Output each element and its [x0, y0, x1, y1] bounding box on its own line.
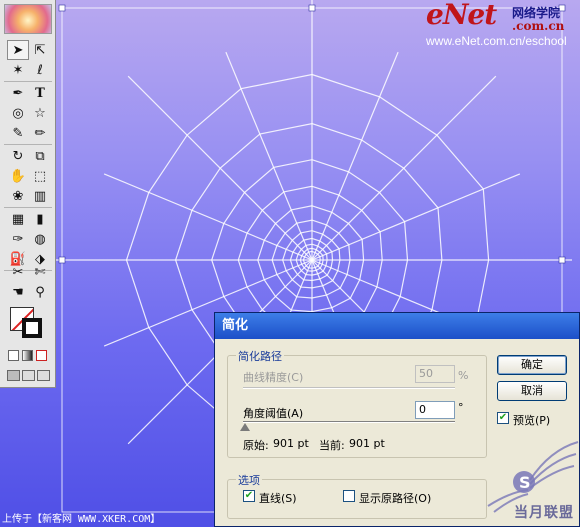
eyedropper-tool-icon[interactable]: ✑	[7, 229, 29, 249]
screen-mode-full-icon[interactable]	[37, 370, 50, 381]
gradient-tool-icon[interactable]: ▮	[29, 209, 51, 229]
app-logo-icon	[4, 4, 52, 34]
curve-precision-input[interactable]: 50	[415, 365, 455, 383]
show-original-checkbox[interactable]	[343, 490, 355, 502]
type-tool-icon[interactable]: T	[29, 83, 51, 103]
pencil-tool-icon[interactable]: ✏	[29, 123, 51, 143]
pen-tool-icon[interactable]: ✒	[7, 83, 29, 103]
show-original-label: 显示原路径(O)	[359, 492, 432, 505]
upload-credit: 上传于【新客网 WWW.XKER.COM】	[2, 514, 161, 525]
original-label: 原始:	[243, 439, 269, 452]
watermark-logo: S 当月联盟	[480, 440, 580, 527]
cancel-button[interactable]: 取消	[497, 381, 567, 401]
enet-url: www.eNet.com.cn/eschool	[426, 34, 567, 48]
selection-handle[interactable]	[558, 256, 566, 264]
lasso-tool-icon[interactable]: ℓ	[29, 60, 51, 80]
magic-wand-tool-icon[interactable]: ✶	[7, 60, 29, 80]
web-spoke	[311, 173, 521, 261]
dialog-title[interactable]: 简化	[215, 313, 579, 339]
preview-checkbox[interactable]: ✔	[497, 412, 509, 424]
free-transform-tool-icon[interactable]: ⬚	[29, 166, 51, 186]
symbol-sprayer-tool-icon[interactable]: ❀	[7, 186, 29, 206]
screen-mode-standard-icon[interactable]	[7, 370, 20, 381]
preview-label: 预览(P)	[513, 414, 551, 427]
warp-tool-icon[interactable]: ✋	[7, 166, 29, 186]
selection-handle[interactable]	[58, 4, 66, 12]
enet-brand: eNet	[426, 0, 497, 31]
angle-threshold-unit: °	[458, 401, 464, 414]
angle-threshold-input[interactable]: 0	[415, 401, 455, 419]
selection-handle[interactable]	[308, 4, 316, 12]
direct-selection-tool-icon[interactable]: ⇱	[29, 40, 51, 60]
rotate-tool-icon[interactable]: ↻	[7, 146, 29, 166]
angle-threshold-label: 角度阈值(A)	[243, 407, 304, 420]
options-legend: 选项	[236, 472, 262, 488]
curve-precision-unit: %	[458, 369, 469, 382]
enet-domain-suffix: .com.cn	[512, 19, 565, 33]
angle-threshold-slider-thumb[interactable]	[240, 423, 250, 431]
none-mode-icon[interactable]	[36, 350, 47, 361]
toolbox-panel: ➤ ⇱ ✶ ℓ ✒ T ◎ ☆ ✎ ✏ ↻ ⧉ ✋ ⬚ ❀ ▥ ▦ ▮ ✑ ◍ …	[0, 0, 56, 388]
current-value: 901 pt	[349, 437, 385, 450]
current-label: 当前:	[319, 439, 345, 452]
simplify-path-legend: 简化路径	[236, 348, 284, 364]
color-mode-icon[interactable]	[8, 350, 19, 361]
blend-tool-icon[interactable]: ◍	[29, 229, 51, 249]
straight-lines-label: 直线(S)	[259, 492, 297, 505]
scissors-tool-icon[interactable]: ✄	[29, 262, 51, 282]
selection-handle[interactable]	[58, 256, 66, 264]
brush-tool-icon[interactable]: ✎	[7, 123, 29, 143]
slice-tool-icon[interactable]: ✂	[7, 262, 29, 282]
stroke-swatch[interactable]	[22, 318, 42, 338]
scale-tool-icon[interactable]: ⧉	[29, 146, 51, 166]
enet-logo: eNet 网络学院 .com.cn www.eNet.com.cn/eschoo…	[426, 0, 580, 48]
zoom-tool-icon[interactable]: ⚲	[29, 282, 51, 302]
line-segment-tool-icon[interactable]: ◎	[7, 103, 29, 123]
gradient-mode-icon[interactable]	[22, 350, 33, 361]
ok-button[interactable]: 确定	[497, 355, 567, 375]
original-value: 901 pt	[273, 437, 309, 450]
watermark-text: 当月联盟	[514, 505, 574, 521]
curve-precision-label: 曲线精度(C)	[243, 371, 304, 384]
column-graph-tool-icon[interactable]: ▥	[29, 186, 51, 206]
selection-tool-icon[interactable]: ➤	[7, 40, 29, 60]
star-tool-icon[interactable]: ☆	[29, 103, 51, 123]
curve-precision-slider[interactable]	[243, 387, 455, 389]
straight-lines-checkbox[interactable]: ✔	[243, 490, 255, 502]
angle-threshold-slider[interactable]	[243, 421, 455, 423]
mesh-tool-icon[interactable]: ▦	[7, 209, 29, 229]
screen-mode-menu-icon[interactable]	[22, 370, 35, 381]
svg-text:S: S	[519, 473, 531, 492]
hand-tool-icon[interactable]: ☚	[7, 282, 29, 302]
